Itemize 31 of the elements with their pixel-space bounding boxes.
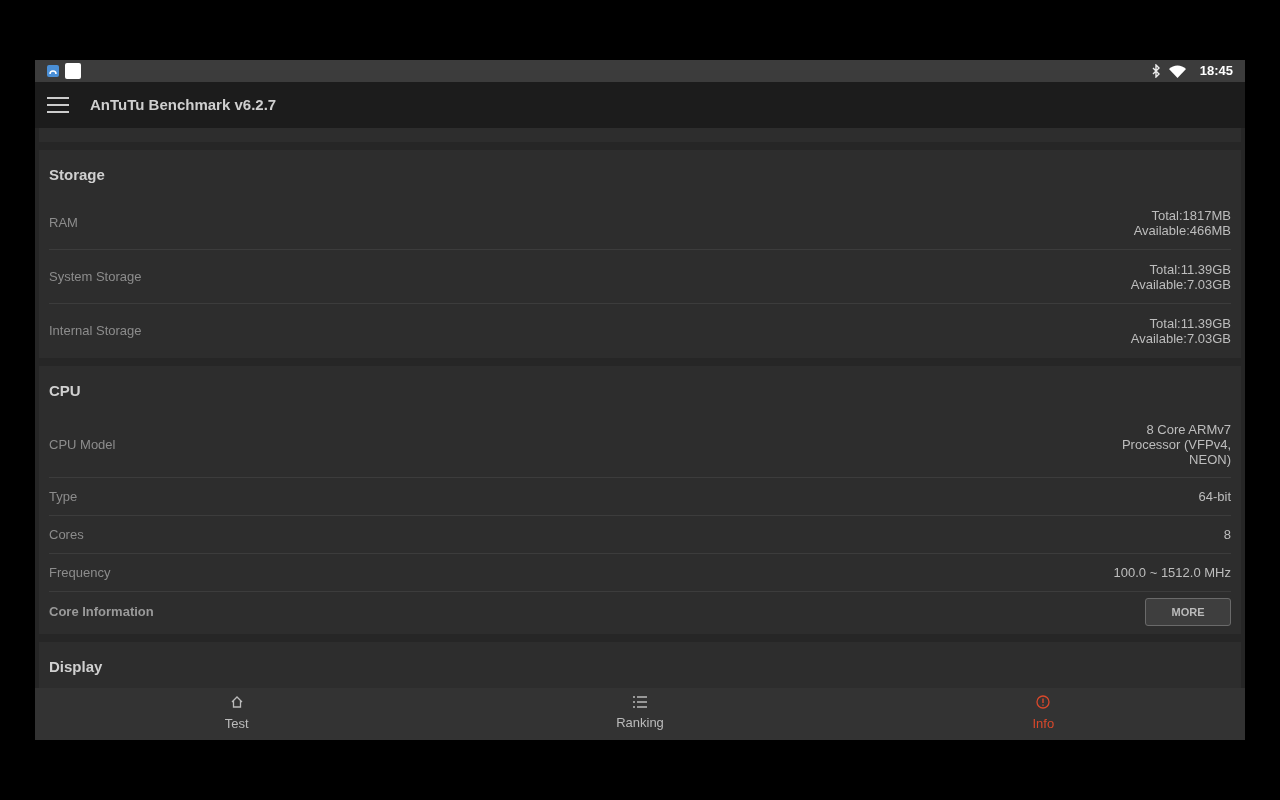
row-value: Total:1817MB Available:466MB — [1133, 207, 1231, 238]
list-icon — [633, 695, 647, 708]
row-value: 64-bit — [1198, 489, 1231, 504]
nav-tab[interactable]: Ranking — [438, 688, 842, 740]
row-label: Cores — [49, 525, 84, 544]
row-value: 8 Core ARMv7 Processor (VFPv4, NEON) — [1121, 422, 1231, 467]
row-label: Internal Storage — [49, 322, 142, 341]
row-label: RAM — [49, 213, 78, 232]
row-label: Core Information — [49, 603, 154, 622]
row-label: System Storage — [49, 267, 142, 286]
wifi-icon — [1168, 64, 1186, 78]
app-title: AnTuTu Benchmark v6.2.7 — [90, 94, 277, 115]
square-icon — [65, 63, 81, 79]
row-value: Total:11.39GB Available:7.03GB — [1130, 316, 1231, 346]
row-label: CPU Model — [49, 435, 116, 454]
bluetooth-icon — [1151, 64, 1161, 78]
row-label: Frequency — [49, 563, 111, 582]
row-value: Total:11.39GB Available:7.03GB — [1130, 261, 1231, 292]
clock-time: 18:45 — [1199, 62, 1233, 81]
more-button[interactable]: MORE — [1145, 598, 1231, 626]
section-heading: Display — [49, 656, 104, 677]
section-heading: CPU — [49, 380, 82, 401]
row-value: 8 — [1223, 527, 1231, 542]
gauge-icon — [47, 65, 59, 77]
menu-icon[interactable] — [47, 97, 69, 113]
row-value: 100.0 ~ 1512.0 MHz — [1113, 565, 1231, 580]
info-icon — [1036, 694, 1051, 709]
row-label: Type — [49, 487, 78, 506]
home-icon — [229, 694, 244, 709]
nav-tab[interactable]: Test — [35, 688, 439, 740]
section-heading: Storage — [49, 164, 106, 185]
